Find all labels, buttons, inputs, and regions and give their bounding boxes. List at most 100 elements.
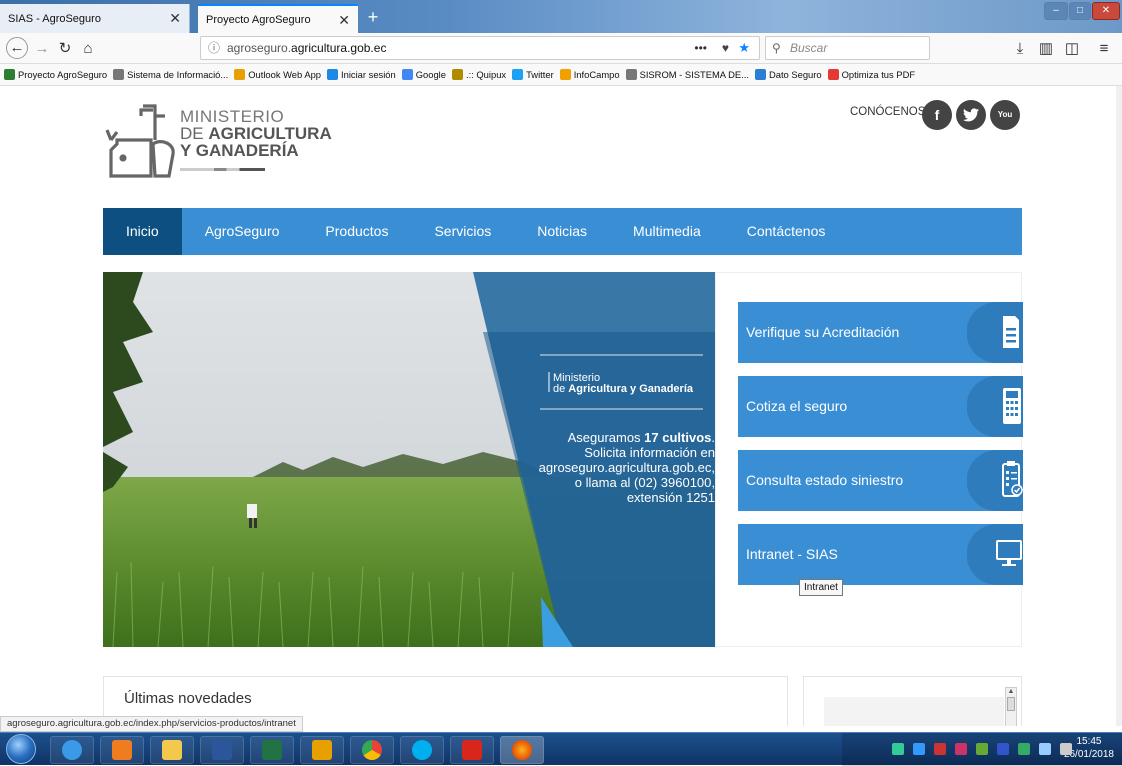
bookmark-label: Dato Seguro [768, 69, 822, 80]
tray-icon[interactable] [934, 743, 946, 755]
bookmark-favicon-icon [401, 69, 413, 80]
facebook-icon[interactable]: f [922, 100, 952, 130]
firefox-icon[interactable] [500, 736, 544, 764]
tray-icon[interactable] [892, 743, 904, 755]
youtube-icon[interactable]: You [990, 100, 1020, 130]
file-explorer-icon[interactable] [150, 736, 194, 764]
tab-label: Proyecto AgroSeguro [206, 13, 311, 26]
status-url: agroseguro.agricultura.gob.ec/index.php/… [0, 716, 303, 732]
excel-icon[interactable] [250, 736, 294, 764]
page-scrollbar[interactable] [1116, 86, 1122, 726]
verify-accreditation-button[interactable]: Verifique su Acreditación [738, 302, 1023, 363]
scroll-thumb[interactable] [1007, 697, 1015, 711]
info-icon[interactable]: ⓘ [208, 37, 220, 59]
nav-item[interactable]: Contáctenos [724, 208, 849, 255]
bookmark-label: Twitter [526, 69, 554, 80]
bookmark-item[interactable]: Google [401, 69, 446, 80]
acrobat-icon[interactable] [450, 736, 494, 764]
hero-line-5: extensión 1251 [626, 490, 715, 505]
bookmark-star-icon[interactable]: ★ [738, 37, 750, 59]
bookmark-label: .:: Quipux [465, 69, 507, 80]
nav-item[interactable]: Noticias [514, 208, 610, 255]
sidebar-widget [824, 697, 1004, 726]
sidebar-icon[interactable]: ◫ [1062, 39, 1082, 59]
quote-insurance-button[interactable]: Cotiza el seguro [738, 376, 1023, 437]
bookmark-favicon-icon [512, 69, 524, 80]
bookmark-label: Iniciar sesión [341, 69, 396, 80]
tray-icon[interactable] [997, 743, 1009, 755]
bookmark-item[interactable]: InfoCampo [559, 69, 620, 80]
nav-item[interactable]: AgroSeguro [182, 208, 303, 255]
close-tab-icon[interactable]: ✕ [169, 10, 181, 27]
bookmark-favicon-icon [625, 69, 637, 80]
nav-item[interactable]: Servicios [411, 208, 514, 255]
bookmark-item[interactable]: Proyecto AgroSeguro [4, 69, 107, 80]
bookmark-favicon-icon [4, 69, 15, 80]
skype-icon[interactable] [400, 736, 444, 764]
claim-status-button[interactable]: Consulta estado siniestro [738, 450, 1023, 511]
bookmark-favicon-icon [234, 69, 246, 80]
reload-icon[interactable]: ↻ [55, 39, 75, 59]
tab-proyecto-agroseguro[interactable]: Proyecto AgroSeguro ✕ [198, 4, 358, 33]
nav-item[interactable]: Inicio [103, 208, 182, 255]
chrome-icon[interactable] [350, 736, 394, 764]
tray-icon[interactable] [1060, 743, 1072, 755]
bookmark-item[interactable]: Dato Seguro [754, 69, 822, 80]
bookmark-favicon-icon [559, 69, 571, 80]
bookmark-item[interactable]: .:: Quipux [451, 69, 507, 80]
bookmark-item[interactable]: SISROM - SISTEMA DE... [625, 69, 749, 80]
browser-tab-bar: SIAS - AgroSeguro ✕ Proyecto AgroSeguro … [0, 0, 1122, 33]
word-icon[interactable] [200, 736, 244, 764]
bookmark-item[interactable]: Iniciar sesión [327, 69, 396, 80]
tray-icon[interactable] [1039, 743, 1051, 755]
internet-explorer-icon[interactable] [50, 736, 94, 764]
nav-item[interactable]: Multimedia [610, 208, 724, 255]
card-label: Cotiza el seguro [746, 398, 848, 414]
bookmark-item[interactable]: Twitter [512, 69, 554, 80]
download-icon[interactable]: ⤓ [1010, 39, 1030, 59]
library-icon[interactable]: ▥ [1036, 39, 1056, 59]
nav-item[interactable]: Productos [302, 208, 411, 255]
tray-icon[interactable] [955, 743, 967, 755]
hero-line-3: agroseguro.agricultura.gob.ec, [538, 460, 715, 475]
menu-icon[interactable]: ≡ [1094, 39, 1114, 59]
sidebar-box: ▲ [803, 676, 1022, 726]
close-window-icon[interactable]: ✕ [1092, 2, 1120, 20]
forward-arrow-icon[interactable]: → [32, 39, 52, 59]
logo-line-3: Y GANADERÍA [180, 141, 299, 160]
tray-icon[interactable] [1018, 743, 1030, 755]
bookmark-favicon-icon [827, 69, 839, 80]
hero-text: Aseguramos 17 cultivos. Solicita informa… [530, 430, 715, 505]
hero-line-2: Solicita información en [584, 445, 715, 460]
url-prefix: agroseguro. [227, 41, 292, 55]
home-icon[interactable]: ⌂ [78, 39, 98, 59]
document-icon [967, 302, 1023, 363]
start-button-icon[interactable] [6, 734, 36, 764]
minimize-window-icon[interactable]: – [1044, 2, 1068, 20]
ministry-name: MINISTERIO DE AGRICULTURA Y GANADERÍA [180, 108, 332, 159]
outlook-icon[interactable] [300, 736, 344, 764]
clipboard-check-icon [967, 450, 1023, 511]
tab-sias-agroseguro[interactable]: SIAS - AgroSeguro ✕ [0, 4, 190, 33]
tray-icon[interactable] [976, 743, 988, 755]
bookmark-item[interactable]: Outlook Web App [234, 69, 321, 80]
bookmark-item[interactable]: Sistema de Informació... [113, 69, 228, 80]
intranet-sias-button[interactable]: Intranet - SIAS [738, 524, 1023, 585]
twitter-icon[interactable] [956, 100, 986, 130]
intranet-tooltip: Intranet [799, 579, 843, 596]
scroll-up-icon[interactable]: ▲ [1006, 688, 1016, 695]
page-actions-icon[interactable]: ••• [694, 37, 707, 59]
url-bar[interactable]: ⓘ agroseguro.agricultura.gob.ec ••• ♥ ★ [200, 36, 760, 60]
new-tab-icon[interactable]: + [362, 6, 384, 28]
tray-icon[interactable] [913, 743, 925, 755]
maximize-window-icon[interactable]: □ [1069, 2, 1091, 20]
sidebar-scrollbar[interactable]: ▲ [1005, 687, 1017, 726]
close-tab-icon[interactable]: ✕ [338, 12, 350, 29]
back-arrow-icon[interactable]: ← [6, 37, 28, 59]
web-page: MINISTERIO DE AGRICULTURA Y GANADERÍA CO… [0, 86, 1116, 726]
bookmark-label: Proyecto AgroSeguro [18, 69, 108, 80]
bookmark-item[interactable]: Optimiza tus PDF [827, 69, 915, 80]
search-input[interactable]: ⚲ Buscar [765, 36, 930, 60]
media-player-icon[interactable] [100, 736, 144, 764]
pocket-icon[interactable]: ♥ [722, 37, 729, 59]
